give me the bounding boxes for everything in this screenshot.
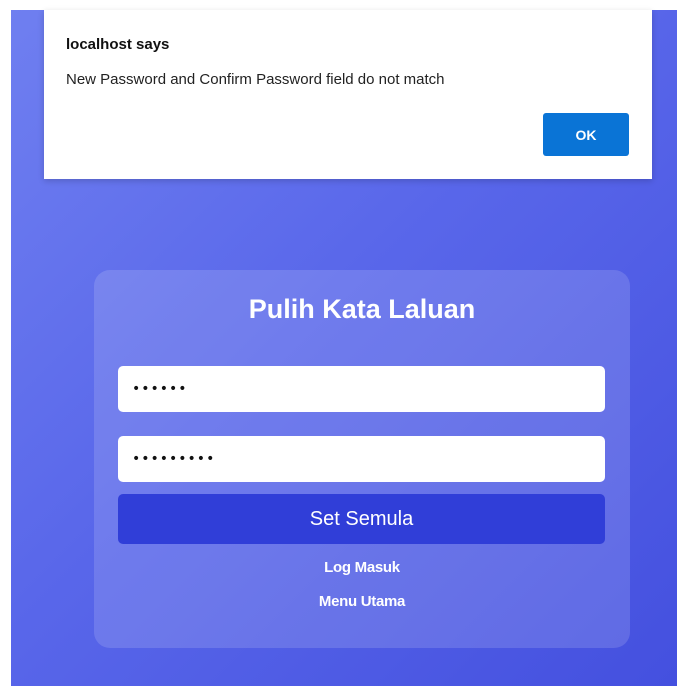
ok-button[interactable]: OK [543, 113, 629, 156]
login-link[interactable]: Log Masuk [94, 559, 630, 576]
reset-button[interactable]: Set Semula [118, 494, 605, 544]
new-password-input[interactable]: •••••• [118, 366, 605, 412]
main-menu-link[interactable]: Menu Utama [94, 593, 630, 610]
confirm-password-input[interactable]: ••••••••• [118, 436, 605, 482]
page-title: Pulih Kata Laluan [248, 294, 476, 324]
alert-message: New Password and Confirm Password field … [66, 71, 445, 88]
alert-dialog: localhost says New Password and Confirm … [44, 10, 652, 179]
alert-title: localhost says [66, 36, 170, 53]
reset-password-card: Pulih Kata Laluan •••••• ••••••••• Set S… [94, 270, 630, 648]
